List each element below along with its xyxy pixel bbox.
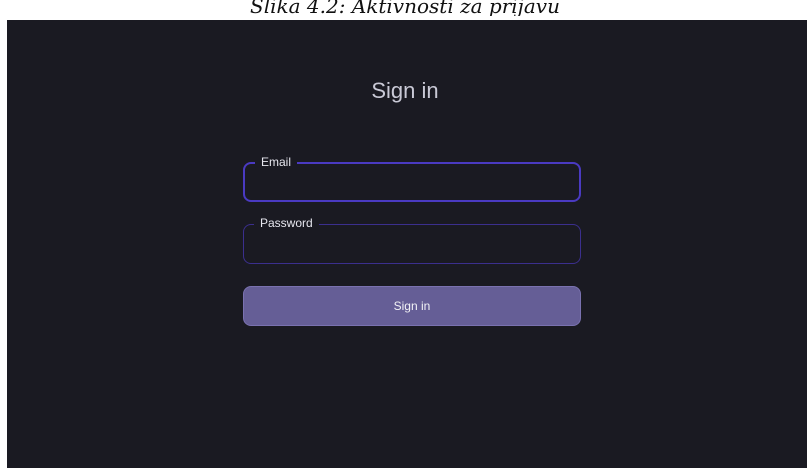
password-input[interactable]	[244, 225, 580, 263]
page-title: Sign in	[371, 78, 439, 103]
figure-caption: Slika 4.2: Aktivnosti za prijavu	[250, 0, 560, 16]
email-input[interactable]	[245, 164, 579, 200]
sign-in-screen: Sign in Email Password Sign in	[7, 20, 807, 468]
sign-in-button[interactable]: Sign in	[243, 286, 581, 326]
password-field[interactable]: Password	[243, 216, 581, 264]
email-field[interactable]: Email	[243, 155, 581, 202]
